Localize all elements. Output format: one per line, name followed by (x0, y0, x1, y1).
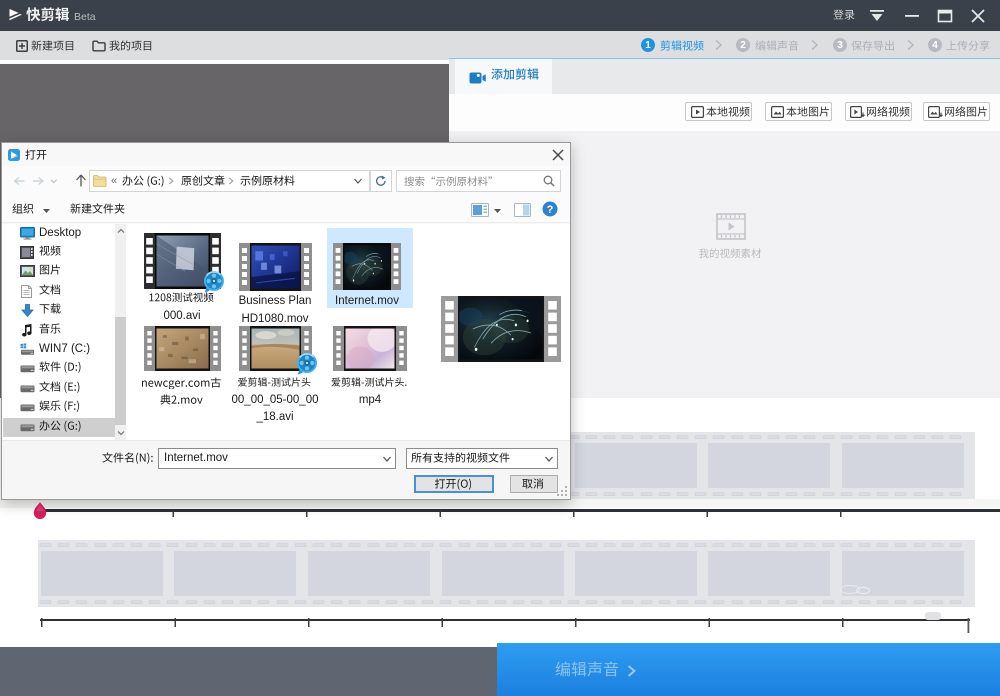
svg-text:?: ? (547, 204, 554, 216)
